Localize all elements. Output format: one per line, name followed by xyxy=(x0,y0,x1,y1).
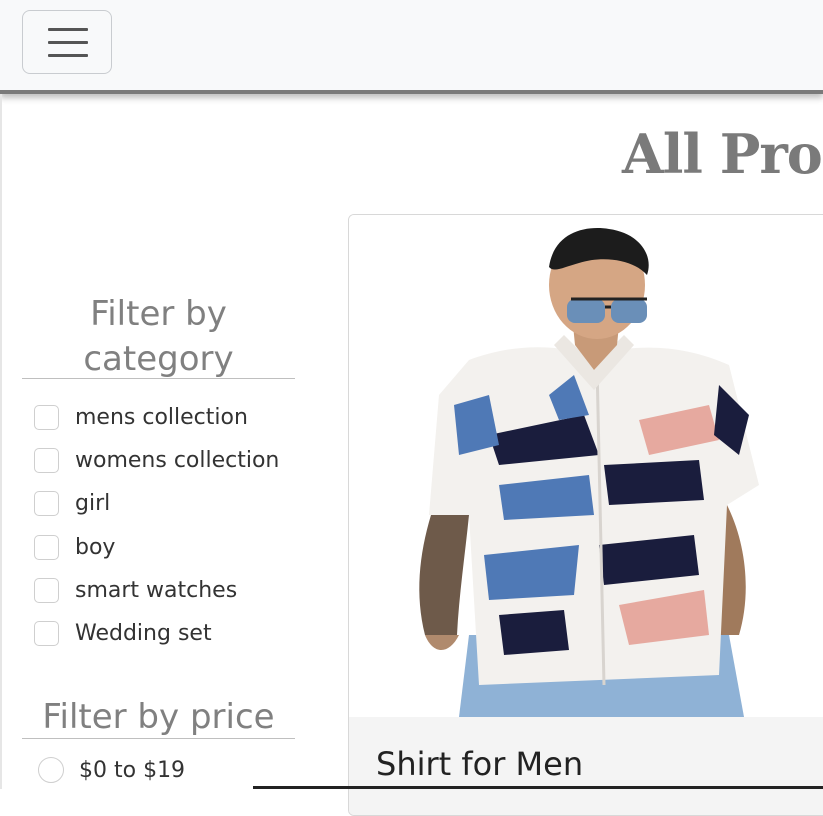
hamburger-bar xyxy=(48,54,88,57)
category-item[interactable]: boy xyxy=(34,526,279,569)
category-label[interactable]: womens collection xyxy=(75,448,279,473)
price-item[interactable]: $0 to $19 xyxy=(38,757,185,783)
product-card-body: Shirt for Men xyxy=(349,717,823,815)
category-label[interactable]: Wedding set xyxy=(75,621,212,646)
price-filter-heading: Filter by price xyxy=(22,696,295,739)
category-checkbox[interactable] xyxy=(34,491,59,517)
category-label[interactable]: boy xyxy=(75,535,115,560)
category-checkbox[interactable] xyxy=(34,405,59,431)
category-label[interactable]: smart watches xyxy=(75,578,237,603)
category-checkbox[interactable] xyxy=(34,621,59,647)
product-card[interactable]: Shirt for Men xyxy=(348,214,823,816)
category-item[interactable]: smart watches xyxy=(34,569,279,612)
category-filter-heading: Filter by category xyxy=(22,292,295,379)
price-radio[interactable] xyxy=(38,757,64,783)
category-item[interactable]: Wedding set xyxy=(34,612,279,655)
category-checkbox[interactable] xyxy=(34,534,59,560)
page-left-border xyxy=(0,94,2,789)
price-label[interactable]: $0 to $19 xyxy=(79,758,185,783)
hamburger-bar xyxy=(48,41,88,44)
category-item[interactable]: womens collection xyxy=(34,439,279,482)
category-filter-list: mens collection womens collection girl b… xyxy=(34,396,279,655)
category-label[interactable]: mens collection xyxy=(75,405,248,430)
category-item[interactable]: mens collection xyxy=(34,396,279,439)
product-title[interactable]: Shirt for Men xyxy=(376,745,583,783)
category-checkbox[interactable] xyxy=(34,577,59,603)
navbar xyxy=(0,0,823,94)
navbar-toggler-button[interactable] xyxy=(22,10,112,74)
category-item[interactable]: girl xyxy=(34,482,279,525)
hamburger-menu-icon xyxy=(48,28,88,31)
category-label[interactable]: girl xyxy=(75,491,110,516)
category-checkbox[interactable] xyxy=(34,448,59,474)
product-image[interactable] xyxy=(349,215,823,717)
page-title: All Prod xyxy=(622,122,823,186)
